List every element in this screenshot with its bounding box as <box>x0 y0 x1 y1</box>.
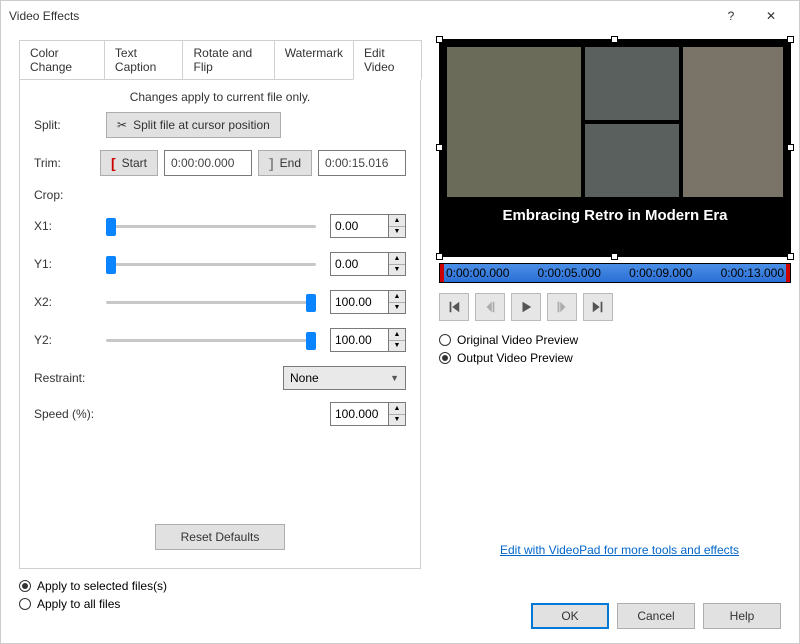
spin-down-icon[interactable]: ▼ <box>389 265 405 276</box>
cancel-button[interactable]: Cancel <box>617 603 695 629</box>
trim-label: Trim: <box>34 156 100 170</box>
apply-selected-label: Apply to selected files(s) <box>37 579 167 593</box>
output-preview-radio[interactable]: Output Video Preview <box>439 351 791 365</box>
preview-collage <box>447 47 783 197</box>
timeline-mark: 0:00:00.000 <box>446 266 509 280</box>
tab-edit-video[interactable]: Edit Video <box>353 40 422 80</box>
step-back-button[interactable] <box>475 293 505 321</box>
bracket-open-icon: [ <box>111 155 116 171</box>
play-button[interactable] <box>511 293 541 321</box>
radio-icon <box>439 352 451 364</box>
restraint-value: None <box>290 371 319 385</box>
chevron-down-icon: ▼ <box>390 373 399 383</box>
spin-down-icon[interactable]: ▼ <box>389 303 405 314</box>
titlebar: Video Effects ? ✕ <box>1 1 799 31</box>
timeline-mark: 0:00:05.000 <box>538 266 601 280</box>
spin-up-icon[interactable]: ▲ <box>389 329 405 341</box>
skip-start-button[interactable] <box>439 293 469 321</box>
apply-all-radio[interactable]: Apply to all files <box>19 597 421 611</box>
restraint-select[interactable]: None ▼ <box>283 366 406 390</box>
spin-up-icon[interactable]: ▲ <box>389 403 405 415</box>
timeline-end-marker[interactable] <box>786 264 790 282</box>
timeline-mark: 0:00:09.000 <box>629 266 692 280</box>
apply-selected-radio[interactable]: Apply to selected files(s) <box>19 579 421 593</box>
help-icon[interactable]: ? <box>711 1 751 31</box>
edit-with-videopad-link[interactable]: Edit with VideoPad for more tools and ef… <box>500 543 739 557</box>
split-button-label: Split file at cursor position <box>133 118 270 132</box>
split-label: Split: <box>34 118 106 132</box>
radio-icon <box>439 334 451 346</box>
original-preview-label: Original Video Preview <box>457 333 578 347</box>
help-button[interactable]: Help <box>703 603 781 629</box>
spin-down-icon[interactable]: ▼ <box>389 227 405 238</box>
timeline-start-marker[interactable] <box>440 264 444 282</box>
scissors-icon: ✂ <box>117 118 127 132</box>
tab-text-caption[interactable]: Text Caption <box>104 40 184 80</box>
trim-end-button[interactable]: ] End <box>258 150 312 176</box>
radio-icon <box>19 598 31 610</box>
split-button[interactable]: ✂ Split file at cursor position <box>106 112 281 138</box>
timeline-mark: 0:00:13.000 <box>721 266 784 280</box>
window-title: Video Effects <box>9 9 711 23</box>
timeline[interactable]: 0:00:00.000 0:00:05.000 0:00:09.000 0:00… <box>439 263 791 283</box>
crop-x2-label: X2: <box>34 295 106 309</box>
tab-rotate-flip[interactable]: Rotate and Flip <box>182 40 274 80</box>
video-preview[interactable]: Embracing Retro in Modern Era <box>439 39 791 257</box>
apply-all-label: Apply to all files <box>37 597 120 611</box>
crop-y2-label: Y2: <box>34 333 106 347</box>
spin-up-icon[interactable]: ▲ <box>389 291 405 303</box>
crop-y1-input[interactable]: ▲▼ <box>330 252 406 276</box>
crop-x2-slider[interactable] <box>106 292 316 312</box>
spin-up-icon[interactable]: ▲ <box>389 253 405 265</box>
crop-label: Crop: <box>34 188 106 202</box>
spin-up-icon[interactable]: ▲ <box>389 215 405 227</box>
skip-end-button[interactable] <box>583 293 613 321</box>
tab-panel-edit-video: Changes apply to current file only. Spli… <box>19 79 421 569</box>
spin-down-icon[interactable]: ▼ <box>389 415 405 426</box>
radio-icon <box>19 580 31 592</box>
crop-x2-input[interactable]: ▲▼ <box>330 290 406 314</box>
crop-x1-input[interactable]: ▲▼ <box>330 214 406 238</box>
speed-input[interactable]: ▲▼ <box>330 402 406 426</box>
crop-y2-input[interactable]: ▲▼ <box>330 328 406 352</box>
speed-label: Speed (%): <box>34 407 174 421</box>
step-forward-button[interactable] <box>547 293 577 321</box>
video-effects-dialog: Video Effects ? ✕ Color Change Text Capt… <box>0 0 800 644</box>
reset-defaults-button[interactable]: Reset Defaults <box>155 524 285 550</box>
trim-end-label: End <box>280 156 301 170</box>
trim-start-value[interactable]: 0:00:00.000 <box>164 150 252 176</box>
crop-y1-slider[interactable] <box>106 254 316 274</box>
bracket-close-icon: ] <box>269 155 274 171</box>
trim-end-value[interactable]: 0:00:15.016 <box>318 150 406 176</box>
close-icon[interactable]: ✕ <box>751 1 791 31</box>
tab-color-change[interactable]: Color Change <box>19 40 105 80</box>
crop-x1-label: X1: <box>34 219 106 233</box>
trim-start-label: Start <box>122 156 147 170</box>
ok-button[interactable]: OK <box>531 603 609 629</box>
output-preview-label: Output Video Preview <box>457 351 573 365</box>
crop-x1-slider[interactable] <box>106 216 316 236</box>
restraint-label: Restraint: <box>34 371 174 385</box>
spin-down-icon[interactable]: ▼ <box>389 341 405 352</box>
original-preview-radio[interactable]: Original Video Preview <box>439 333 791 347</box>
tab-strip: Color Change Text Caption Rotate and Fli… <box>19 40 421 80</box>
crop-y1-label: Y1: <box>34 257 106 271</box>
crop-y2-slider[interactable] <box>106 330 316 350</box>
trim-start-button[interactable]: [ Start <box>100 150 158 176</box>
tab-watermark[interactable]: Watermark <box>274 40 354 80</box>
changes-note: Changes apply to current file only. <box>34 90 406 104</box>
preview-caption: Embracing Retro in Modern Era <box>447 207 783 224</box>
